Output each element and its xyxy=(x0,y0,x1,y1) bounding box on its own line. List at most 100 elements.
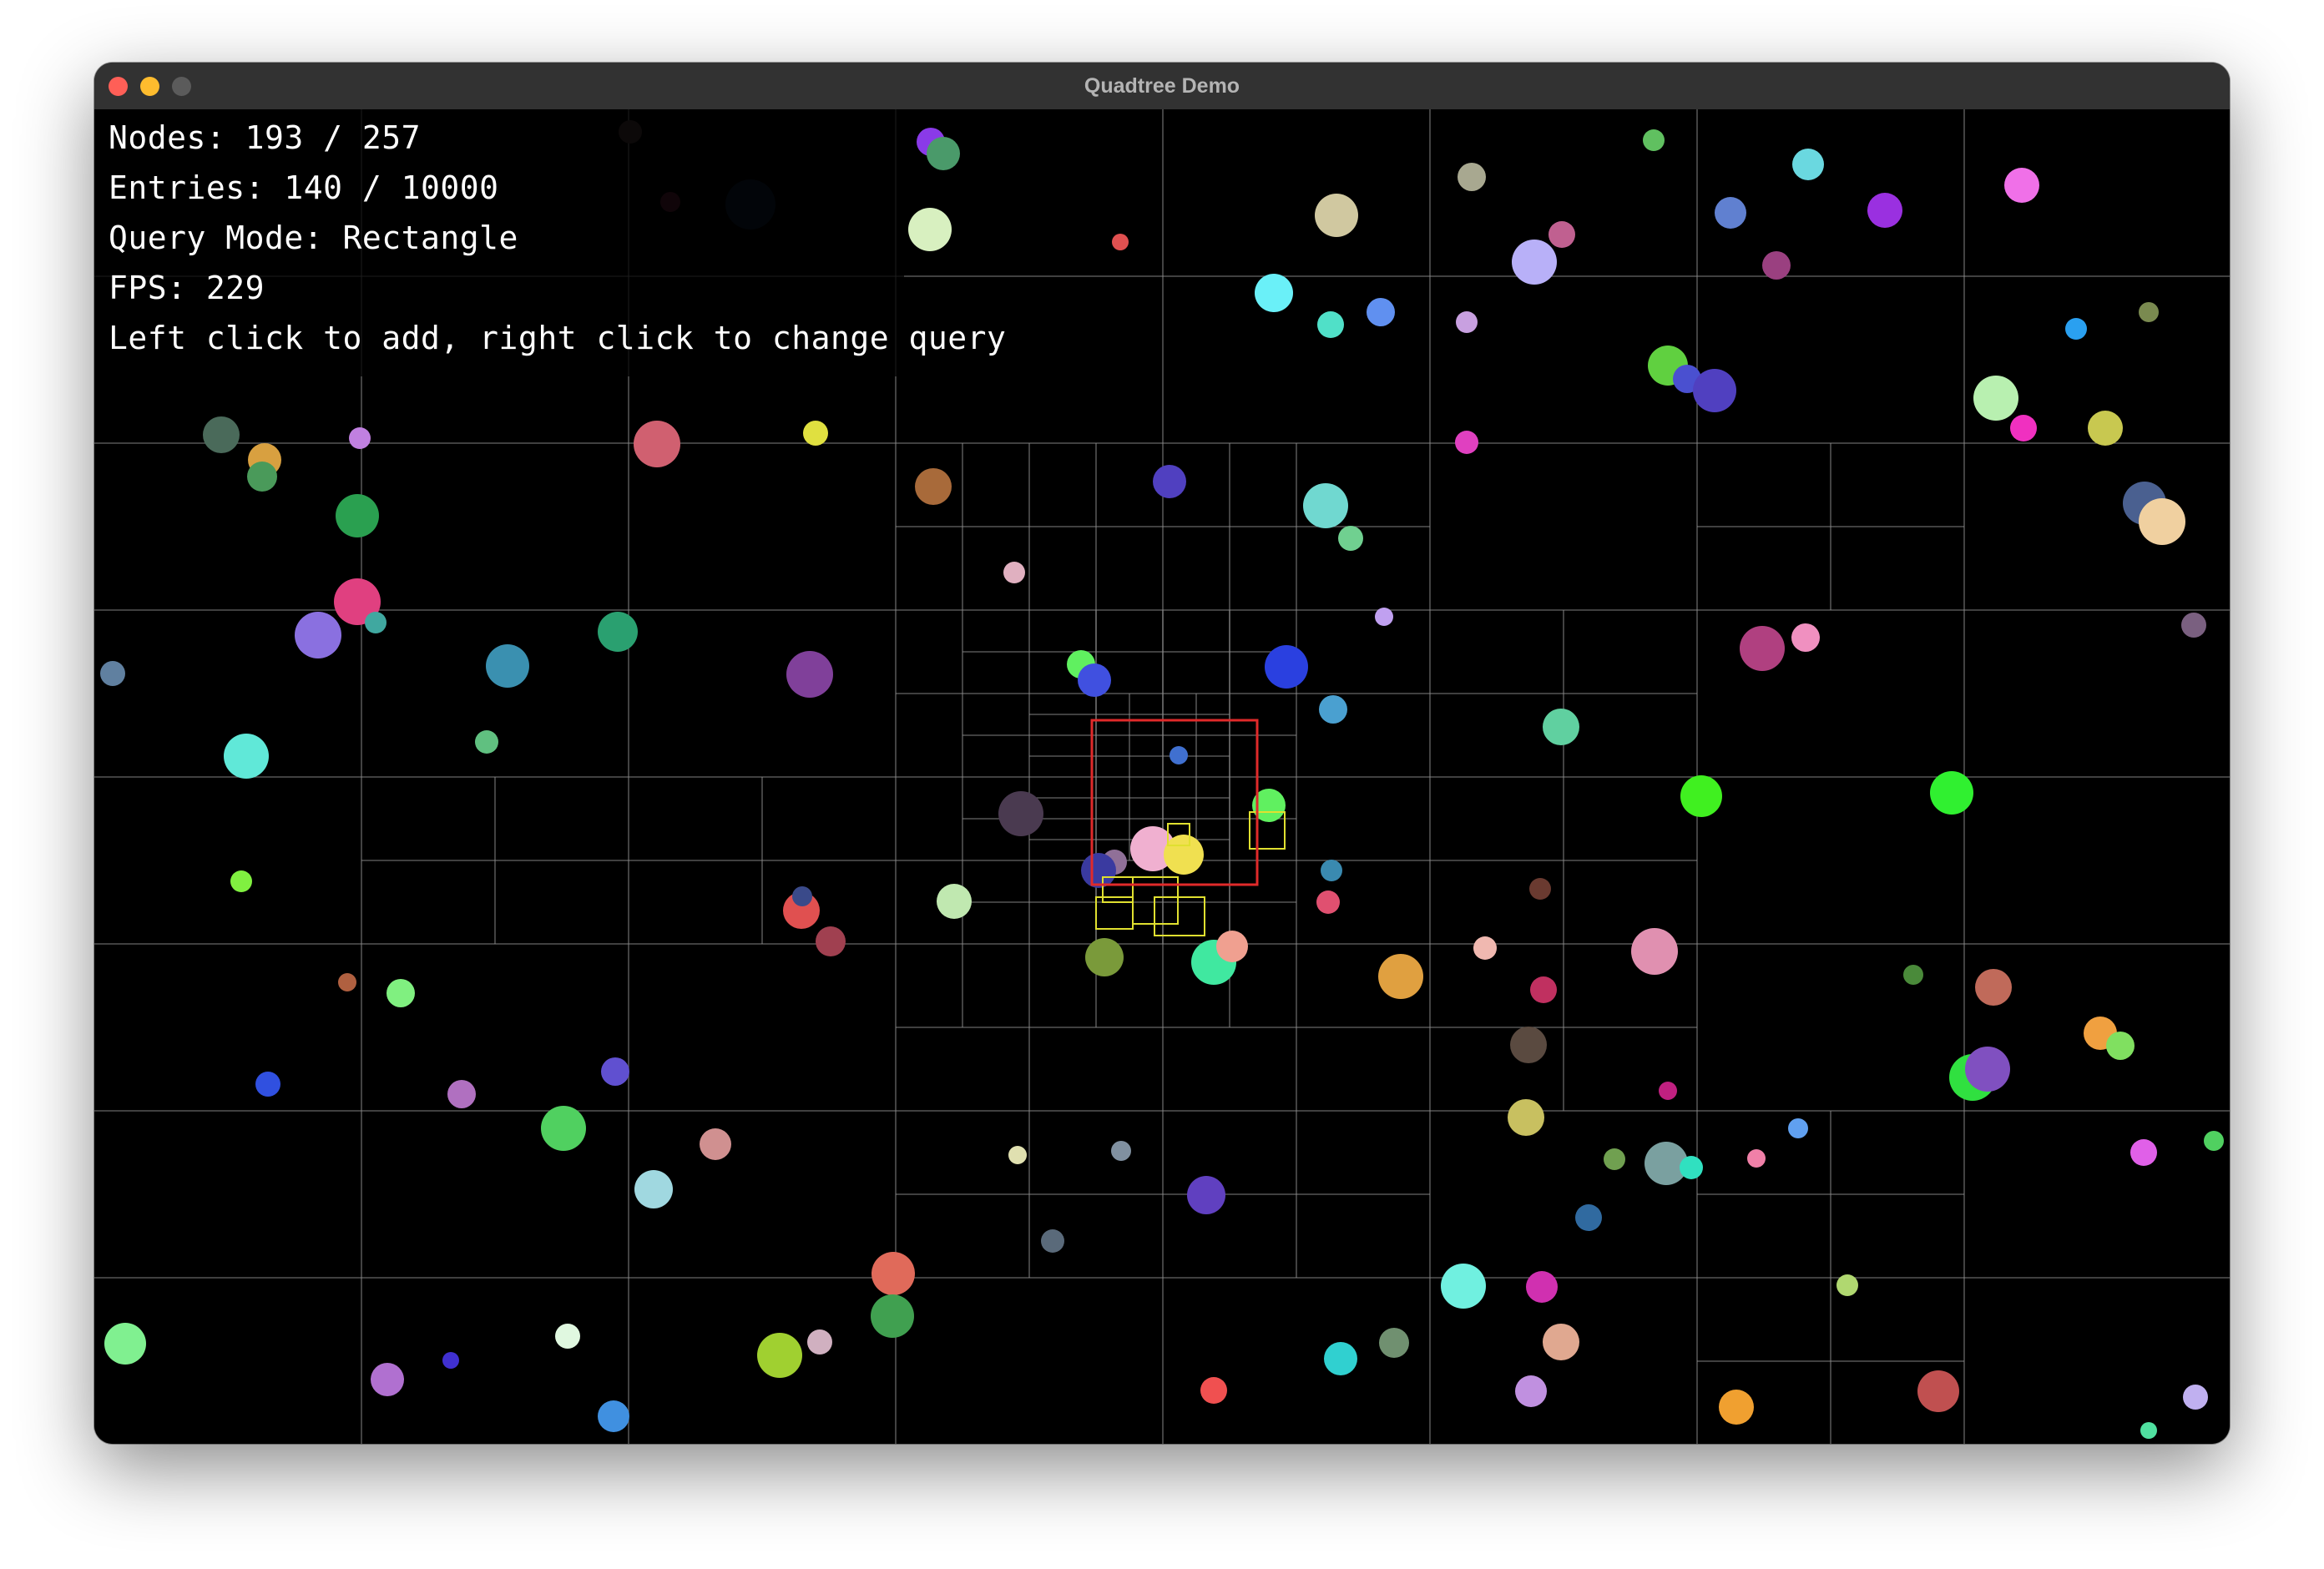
entry-circle xyxy=(1317,311,1344,338)
entry-circle xyxy=(1575,1204,1602,1231)
title-bar[interactable]: Quadtree Demo xyxy=(94,63,2230,110)
entry-circle xyxy=(1324,1342,1357,1375)
entry-circle xyxy=(1041,1229,1064,1253)
entry-circle xyxy=(1455,431,1478,454)
entry-circle xyxy=(757,1333,802,1378)
entry-circle xyxy=(1604,1148,1625,1170)
nodes-stat: Nodes: 193 / 257 xyxy=(109,119,422,156)
entry-circle xyxy=(247,462,277,492)
entry-circle xyxy=(927,137,960,170)
entry-circle xyxy=(1441,1264,1486,1309)
entry-circle xyxy=(1512,240,1557,285)
entry-circle xyxy=(295,612,341,658)
entry-circle xyxy=(1747,1149,1766,1168)
entry-circle xyxy=(1917,1370,1959,1412)
entry-circle xyxy=(1456,311,1478,333)
help-text: Left click to add, right click to change… xyxy=(109,320,1007,356)
entry-circle xyxy=(1975,969,2012,1006)
entry-circle xyxy=(1255,274,1293,312)
entry-circle xyxy=(998,791,1043,836)
highlight-box xyxy=(1154,896,1205,936)
entry-circle xyxy=(203,416,240,453)
entry-circle xyxy=(1379,1328,1409,1358)
entry-circle xyxy=(1003,562,1025,583)
entry-circle xyxy=(937,884,972,919)
entry-circle xyxy=(475,730,498,754)
entry-circle xyxy=(371,1363,404,1396)
entry-circle xyxy=(1200,1377,1227,1404)
entry-circle xyxy=(1631,928,1678,975)
entry-circle xyxy=(1719,1390,1754,1425)
entry-circle xyxy=(255,1072,280,1097)
entry-circle xyxy=(386,979,415,1007)
entry-circle xyxy=(807,1329,832,1355)
entry-circle xyxy=(1643,129,1665,151)
entry-circle xyxy=(1530,976,1557,1003)
entry-circle xyxy=(541,1106,586,1151)
quadtree-canvas[interactable]: Nodes: 193 / 257 Entries: 140 / 10000 Qu… xyxy=(94,109,2230,1444)
entry-circle xyxy=(447,1080,476,1108)
app-window: Quadtree Demo Nodes: 193 / 257 Entries: … xyxy=(94,63,2230,1444)
entry-circle xyxy=(1791,623,1820,652)
entry-circle xyxy=(1762,251,1791,280)
entry-circle xyxy=(2181,613,2206,638)
entry-circle xyxy=(2204,1131,2224,1151)
entry-circle xyxy=(908,208,952,251)
entry-circle xyxy=(1338,526,1363,551)
entry-circle xyxy=(1008,1146,1027,1164)
entry-circle xyxy=(915,468,952,505)
entry-circle xyxy=(2140,1422,2157,1439)
entry-circle xyxy=(1543,1324,1579,1360)
entry-circle xyxy=(2139,302,2159,322)
entry-circle xyxy=(2106,1032,2135,1060)
entry-circle xyxy=(555,1324,580,1349)
entry-circle xyxy=(1680,775,1722,817)
entry-circle xyxy=(1930,771,1973,815)
entry-circle xyxy=(1170,746,1188,764)
entry-circle xyxy=(792,886,812,906)
entry-circle xyxy=(104,1323,146,1365)
entry-circle xyxy=(1153,465,1186,498)
entry-circle xyxy=(1508,1099,1544,1136)
entry-circle xyxy=(1216,931,1248,962)
entry-circle xyxy=(2183,1385,2208,1410)
entry-circle xyxy=(872,1252,915,1295)
entry-circle xyxy=(2130,1139,2157,1166)
entry-circle xyxy=(1112,234,1129,250)
entry-circle xyxy=(1526,1271,1558,1303)
entry-circle xyxy=(598,1400,629,1432)
entry-circle xyxy=(2088,411,2123,446)
entry-circle xyxy=(336,494,379,537)
entry-circle xyxy=(1315,194,1358,237)
entry-circle xyxy=(1529,878,1551,900)
entry-circle xyxy=(1715,197,1746,229)
entry-circle xyxy=(634,421,680,467)
entry-circle xyxy=(1081,853,1116,888)
entry-circle xyxy=(700,1128,731,1160)
entry-circle xyxy=(1836,1274,1858,1296)
entry-circle xyxy=(601,1057,629,1086)
entry-circle xyxy=(1111,1141,1131,1161)
entry-circle xyxy=(786,651,833,698)
window-title: Quadtree Demo xyxy=(1084,74,1240,98)
entry-circle xyxy=(1867,193,1902,228)
entry-circle xyxy=(486,644,529,688)
entry-circle xyxy=(1548,221,1575,248)
entry-circle xyxy=(1693,369,1736,412)
entry-circle xyxy=(100,661,125,686)
entry-circle xyxy=(1164,835,1204,875)
entry-circle xyxy=(871,1294,914,1338)
entry-circle xyxy=(803,421,828,446)
entry-circle xyxy=(1078,663,1111,697)
entry-circle xyxy=(1375,608,1393,626)
entry-circle xyxy=(1316,890,1340,914)
entry-circle xyxy=(2010,415,2037,441)
entry-circle xyxy=(1788,1118,1808,1138)
entry-circle xyxy=(1085,938,1124,976)
entry-circle xyxy=(1543,709,1579,745)
fps-stat: FPS: 229 xyxy=(109,270,265,306)
entry-circle xyxy=(1458,163,1486,191)
entry-circle xyxy=(230,870,252,892)
entry-circle xyxy=(1303,483,1348,528)
entry-circle xyxy=(1965,1047,2010,1092)
